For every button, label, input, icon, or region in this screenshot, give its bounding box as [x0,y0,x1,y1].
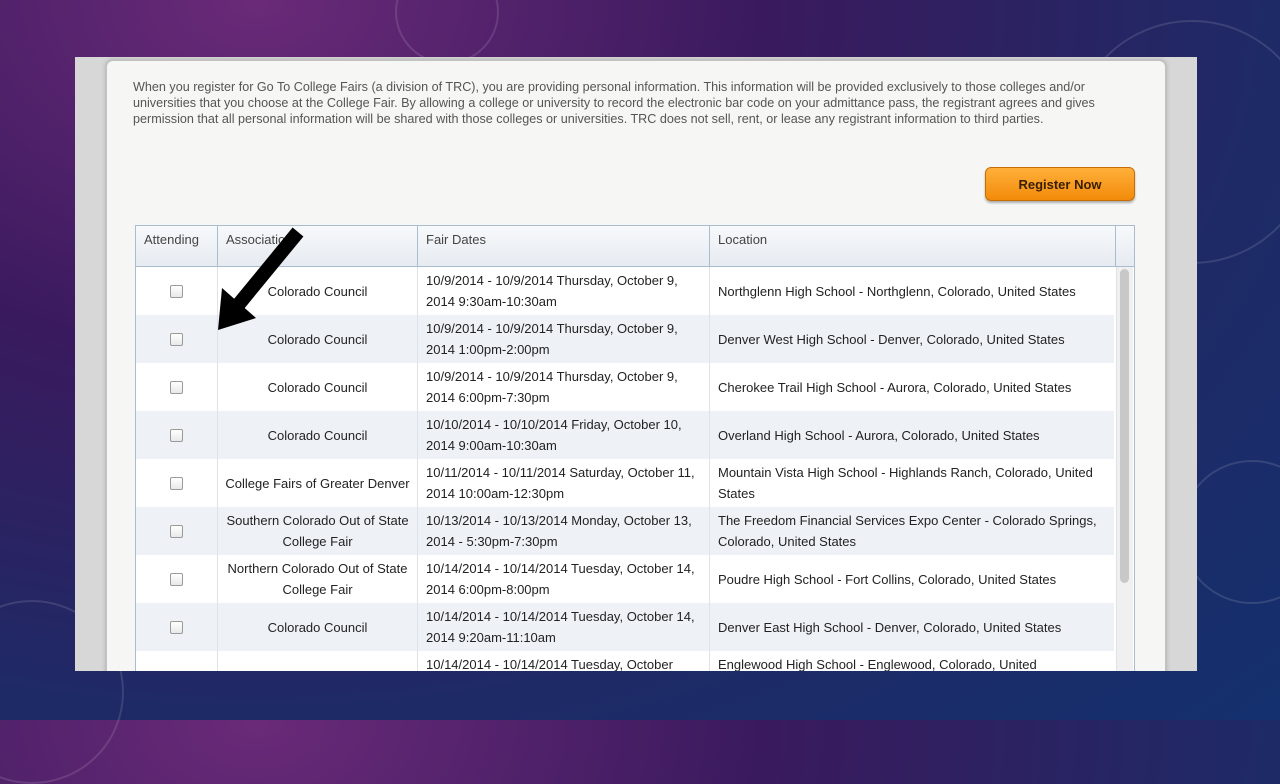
location-cell: Cherokee Trail High School - Aurora, Col… [718,379,1072,395]
location-cell: The Freedom Financial Services Expo Cent… [718,513,1097,549]
association-cell [218,651,418,671]
attending-checkbox[interactable] [170,572,183,586]
fair-dates-cell: 10/10/2014 - 10/10/2014 Friday, October … [418,411,710,459]
location-cell: Northglenn High School - Northglenn, Col… [718,283,1076,299]
table-row: Colorado Council 10/10/2014 - 10/10/2014… [136,411,1114,459]
association-cell: Colorado Council [218,603,418,651]
column-header-fair-dates[interactable]: Fair Dates [418,226,710,266]
location-cell: Poudre High School - Fort Collins, Color… [718,571,1057,587]
table-row: Colorado Council 10/14/2014 - 10/14/2014… [136,603,1114,651]
table-row: Northern Colorado Out of State College F… [136,555,1114,603]
column-header-location[interactable]: Location [710,226,1116,266]
register-now-button[interactable]: Register Now [985,167,1135,201]
table-scrollbar[interactable] [1116,267,1133,671]
location-cell: Englewood High School - Englewood, Color… [718,657,1037,671]
scrollbar-thumb[interactable] [1120,269,1129,583]
location-cell: Overland High School - Aurora, Colorado,… [718,427,1040,443]
attending-checkbox[interactable] [170,524,183,538]
fair-dates-cell: 10/9/2014 - 10/9/2014 Thursday, October … [418,267,710,315]
table-row: College Fairs of Greater Denver 10/11/20… [136,459,1114,507]
fair-dates-cell: 10/14/2014 - 10/14/2014 Tuesday, October… [418,603,710,651]
association-cell: Colorado Council [218,363,418,411]
fair-dates-cell: 10/14/2014 - 10/14/2014 Tuesday, October [418,651,710,671]
fair-dates-cell: 10/9/2014 - 10/9/2014 Thursday, October … [418,363,710,411]
column-header-attending[interactable]: Attending [136,226,218,266]
table-row: Southern Colorado Out of State College F… [136,507,1114,555]
table-row: Colorado Council 10/9/2014 - 10/9/2014 T… [136,363,1114,411]
location-cell: Denver West High School - Denver, Colora… [718,331,1065,347]
attending-checkbox[interactable] [170,332,183,346]
attending-checkbox[interactable] [170,620,183,634]
fair-dates-cell: 10/11/2014 - 10/11/2014 Saturday, Octobe… [418,459,710,507]
association-cell: College Fairs of Greater Denver [218,459,418,507]
fair-dates-cell: 10/13/2014 - 10/13/2014 Monday, October … [418,507,710,555]
attending-checkbox[interactable] [170,284,183,298]
background-circle-decoration [395,0,499,64]
location-cell: Mountain Vista High School - Highlands R… [718,465,1093,501]
association-cell: Northern Colorado Out of State College F… [218,555,418,603]
association-cell: Southern Colorado Out of State College F… [218,507,418,555]
fair-dates-cell: 10/14/2014 - 10/14/2014 Tuesday, October… [418,555,710,603]
registration-panel: When you register for Go To College Fair… [105,59,1167,671]
table-row: 10/14/2014 - 10/14/2014 Tuesday, October… [136,651,1114,671]
registration-screenshot: When you register for Go To College Fair… [75,57,1197,671]
attending-checkbox[interactable] [170,476,183,490]
association-cell: Colorado Council [218,411,418,459]
attending-checkbox[interactable] [170,428,183,442]
pointer-arrow-icon [218,227,304,330]
fair-dates-cell: 10/9/2014 - 10/9/2014 Thursday, October … [418,315,710,363]
location-cell: Denver East High School - Denver, Colora… [718,619,1062,635]
privacy-notice: When you register for Go To College Fair… [133,80,1095,126]
attending-checkbox[interactable] [170,380,183,394]
